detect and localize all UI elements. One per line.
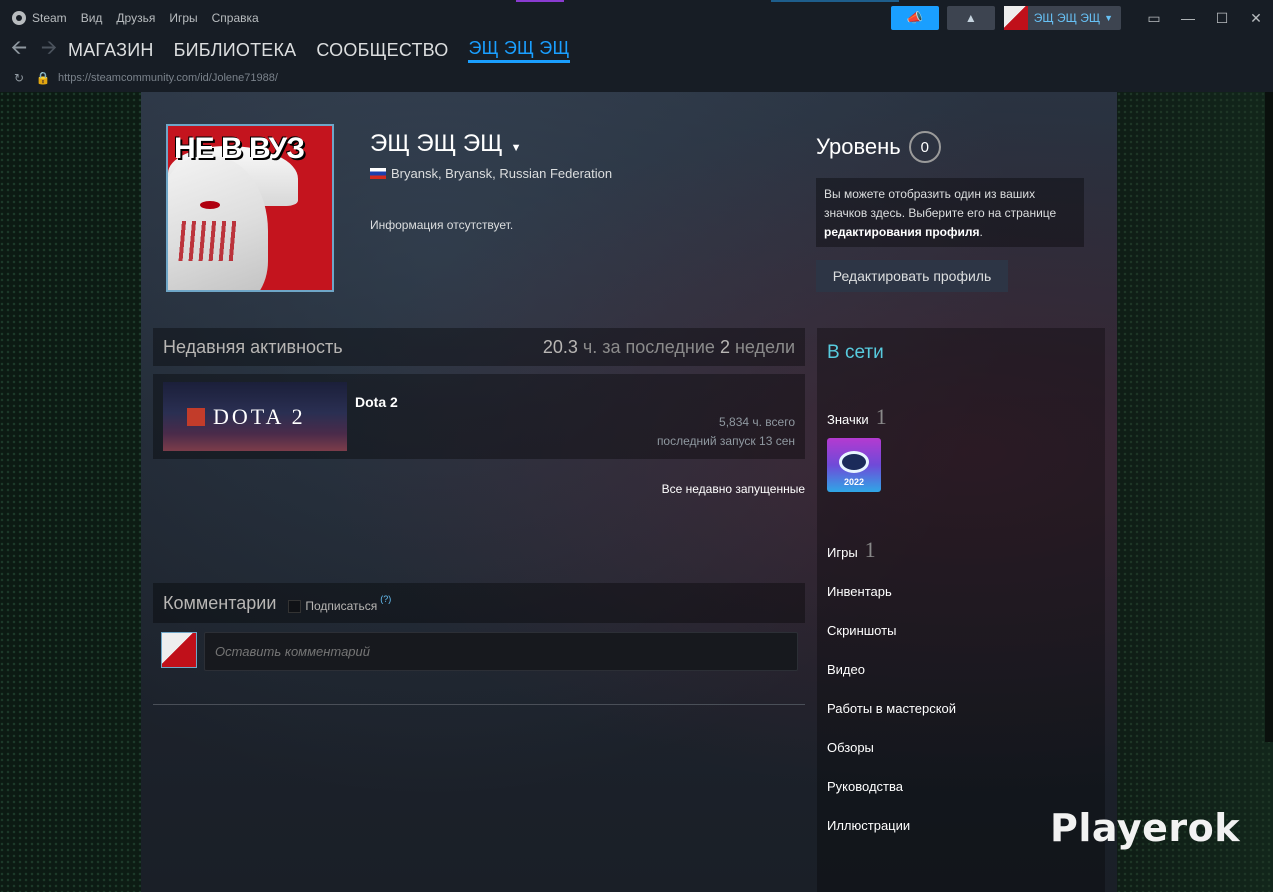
profile-summary: Информация отсутствует. — [370, 218, 514, 232]
maximize-icon[interactable]: ☐ — [1205, 6, 1239, 30]
badge-hint: Вы можете отобразить один из ваших значк… — [816, 178, 1084, 247]
dota-logo-icon — [187, 407, 205, 426]
menu-steam[interactable]: Steam — [12, 11, 67, 25]
steam-logo-icon — [12, 11, 26, 25]
menu-view[interactable]: Вид — [81, 11, 103, 25]
menu-friends[interactable]: Друзья — [116, 11, 155, 25]
level-block: Уровень 0 — [816, 131, 941, 163]
subscribe-checkbox[interactable] — [288, 599, 302, 613]
profile-avatar: НЕ В ВУЗ — [166, 124, 334, 292]
badges-count: 1 — [875, 404, 887, 429]
close-icon[interactable]: ✕ — [1239, 6, 1273, 30]
nav-store[interactable]: МАГАЗИН — [68, 40, 154, 61]
minimize-icon[interactable]: — — [1171, 6, 1205, 30]
all-recent-games-link[interactable]: Все недавно запущенные — [662, 482, 805, 496]
big-picture-icon[interactable]: ▭ — [1137, 6, 1171, 30]
sidebar-item-inventory[interactable]: Инвентарь — [827, 584, 892, 599]
sidebar-item-artwork[interactable]: Иллюстрации — [827, 818, 910, 833]
menu-help[interactable]: Справка — [212, 11, 259, 25]
page-background-right — [1117, 92, 1273, 892]
reload-icon[interactable]: ↻ — [8, 71, 30, 85]
subscribe-toggle[interactable]: Подписаться (?) — [288, 594, 391, 613]
sidebar-item-videos[interactable]: Видео — [827, 662, 865, 677]
divider — [153, 704, 805, 705]
avatar — [1003, 6, 1028, 30]
account-menu-button[interactable]: ЭЩ ЭЩ ЭЩ ▼ — [1003, 6, 1121, 30]
sidebar-item-reviews[interactable]: Обзоры — [827, 740, 874, 755]
chevron-down-icon: ▼ — [1104, 13, 1113, 23]
nav-library[interactable]: БИБЛИОТЕКА — [174, 40, 297, 61]
steam-rings-icon — [839, 451, 869, 473]
announcements-button[interactable]: 📣 — [890, 6, 939, 30]
bell-icon: ▲ — [964, 11, 977, 25]
url-bar: ↻ 🔒 https://steamcommunity.com/id/Jolene… — [0, 64, 1273, 92]
forward-arrow-icon[interactable]: 🡪 — [34, 33, 64, 67]
main-nav: 🡨 🡪 МАГАЗИН БИБЛИОТЕКА СООБЩЕСТВО ЭЩ ЭЩ … — [0, 36, 1273, 64]
game-name[interactable]: Dota 2 — [355, 394, 398, 410]
recent-activity-hours: 20.3 ч. за последние 2 недели — [542, 336, 795, 357]
lock-icon: 🔒 — [35, 71, 51, 85]
comments-header: Комментарии Подписаться (?) — [153, 583, 805, 623]
sidebar-item-guides[interactable]: Руководства — [827, 779, 903, 794]
location: Bryansk, Bryansk, Russian Federation — [370, 166, 612, 181]
sidebar-item-screenshots[interactable]: Скриншоты — [827, 623, 896, 638]
game-last-played: последний запуск 13 сен — [656, 434, 795, 448]
games-count: 1 — [864, 537, 876, 562]
russia-flag-icon — [370, 168, 386, 179]
account-name: ЭЩ ЭЩ ЭЩ — [1033, 11, 1101, 25]
recent-game-row: DOTA 2 Dota 2 5,834 ч. всего последний з… — [153, 374, 805, 459]
notifications-button[interactable]: ▲ — [946, 6, 995, 30]
recent-activity-title: Недавняя активность — [163, 336, 343, 357]
sidebar-item-workshop[interactable]: Работы в мастерской — [827, 701, 956, 716]
edit-profile-button[interactable]: Редактировать профиль — [816, 260, 1008, 292]
edit-profile-link[interactable]: редактирования профиля — [824, 225, 979, 239]
comment-input[interactable] — [204, 632, 798, 671]
persona-name[interactable]: ЭЩ ЭЩ ЭЩ ▼ — [370, 130, 521, 158]
menu-games[interactable]: Игры — [169, 11, 197, 25]
comments-title: Комментарии — [163, 592, 277, 613]
level-badge[interactable]: 0 — [908, 131, 941, 163]
scrollbar[interactable] — [1265, 92, 1273, 742]
megaphone-icon: 📣 — [906, 10, 923, 25]
help-icon[interactable]: (?) — [380, 594, 391, 604]
online-status: В сети — [827, 342, 884, 363]
game-capsule-image[interactable]: DOTA 2 — [163, 382, 347, 451]
nav-community[interactable]: СООБЩЕСТВО — [316, 40, 448, 61]
watermark: Playerok — [1050, 806, 1241, 850]
back-arrow-icon[interactable]: 🡨 — [4, 33, 34, 67]
title-bar-right: 📣 ▲ ЭЩ ЭЩ ЭЩ ▼ ▭ — ☐ ✕ — [890, 0, 1273, 36]
level-label: Уровень — [816, 134, 901, 159]
game-total-hours: 5,834 ч. всего — [719, 415, 795, 429]
avatar — [161, 632, 197, 668]
badge-2022-icon[interactable]: 2022 — [827, 438, 881, 492]
menu-bar: Steam Вид Друзья Игры Справка — [0, 0, 273, 36]
avatar-caption: НЕ В ВУЗ — [174, 132, 305, 165]
url-text[interactable]: https://steamcommunity.com/id/Jolene7198… — [58, 72, 278, 84]
nav-profile[interactable]: ЭЩ ЭЩ ЭЩ — [468, 38, 570, 63]
title-bar: Steam Вид Друзья Игры Справка 📣 ▲ ЭЩ ЭЩ … — [0, 0, 1273, 36]
sidebar-item-games[interactable]: Игры 1 — [827, 537, 876, 563]
recent-activity-header: Недавняя активность 20.3 ч. за последние… — [153, 328, 805, 366]
sidebar-item-badges[interactable]: Значки 1 — [827, 404, 887, 430]
chevron-down-icon: ▼ — [510, 142, 522, 154]
